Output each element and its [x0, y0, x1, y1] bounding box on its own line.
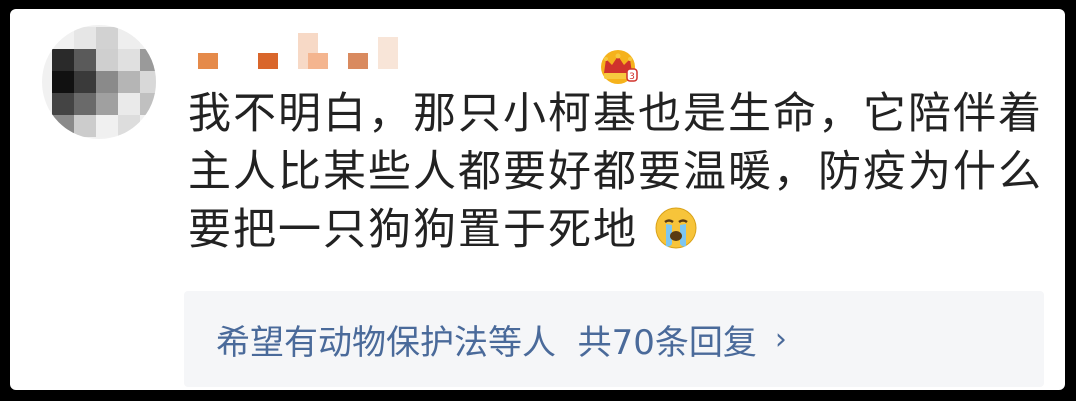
avatar-pixel: [96, 71, 118, 93]
avatar-pixel: [96, 49, 118, 71]
avatar-pixel: [118, 71, 140, 93]
avatar-pixel: [74, 71, 96, 93]
comment-line-1: 我不明白，那只小柯基也是生命，它陪伴着: [188, 89, 1043, 139]
avatar-pixel: [52, 71, 74, 93]
comment-text: 我不明白，那只小柯基也是生命，它陪伴着 主人比某些人都要好都要温暖，防疫为什么 …: [188, 85, 1048, 259]
name-pixel: [348, 53, 368, 69]
comment-card: 3 我不明白，那只小柯基也是生命，它陪伴着 主人比某些人都要好都要温暖，防疫为什…: [10, 9, 1065, 390]
avatar-pixel: [118, 115, 140, 137]
reply-preview-names: 希望有动物保护法等人: [216, 322, 556, 363]
avatar-pixel: [118, 93, 140, 115]
avatar-pixel: [52, 93, 74, 115]
name-pixel: [378, 37, 398, 69]
crying-face-icon: [655, 207, 697, 249]
svg-text:3: 3: [629, 72, 635, 82]
avatar-pixel: [140, 93, 156, 115]
avatar-pixel: [140, 71, 156, 93]
avatar-pixel: [74, 93, 96, 115]
name-pixel: [228, 53, 248, 69]
comment-line-3: 要把一只狗狗置于死地: [188, 205, 638, 255]
avatar[interactable]: [42, 25, 156, 139]
avatar-pixel: [118, 49, 140, 71]
view-replies-button[interactable]: 希望有动物保护法等人 共70条回复 ›: [184, 291, 1044, 387]
avatar-pixel: [96, 93, 118, 115]
avatar-pixel: [74, 49, 96, 71]
name-pixel: [308, 53, 328, 69]
avatar-pixel: [118, 27, 140, 49]
name-pixel: [198, 53, 218, 69]
avatar-pixel: [96, 27, 118, 49]
avatar-pixel: [74, 27, 96, 49]
avatar-pixel: [140, 49, 156, 71]
crown-badge-icon: 3: [601, 50, 638, 84]
avatar-pixel: [52, 115, 74, 137]
name-pixel: [258, 53, 278, 69]
chevron-right-icon: ›: [774, 321, 787, 357]
avatar-pixel: [52, 49, 74, 71]
avatar-pixel: [74, 115, 96, 137]
avatar-pixel: [96, 115, 118, 137]
reply-count: 共70条回复: [577, 322, 757, 363]
comment-line-2: 主人比某些人都要好都要温暖，防疫为什么: [188, 147, 1043, 197]
